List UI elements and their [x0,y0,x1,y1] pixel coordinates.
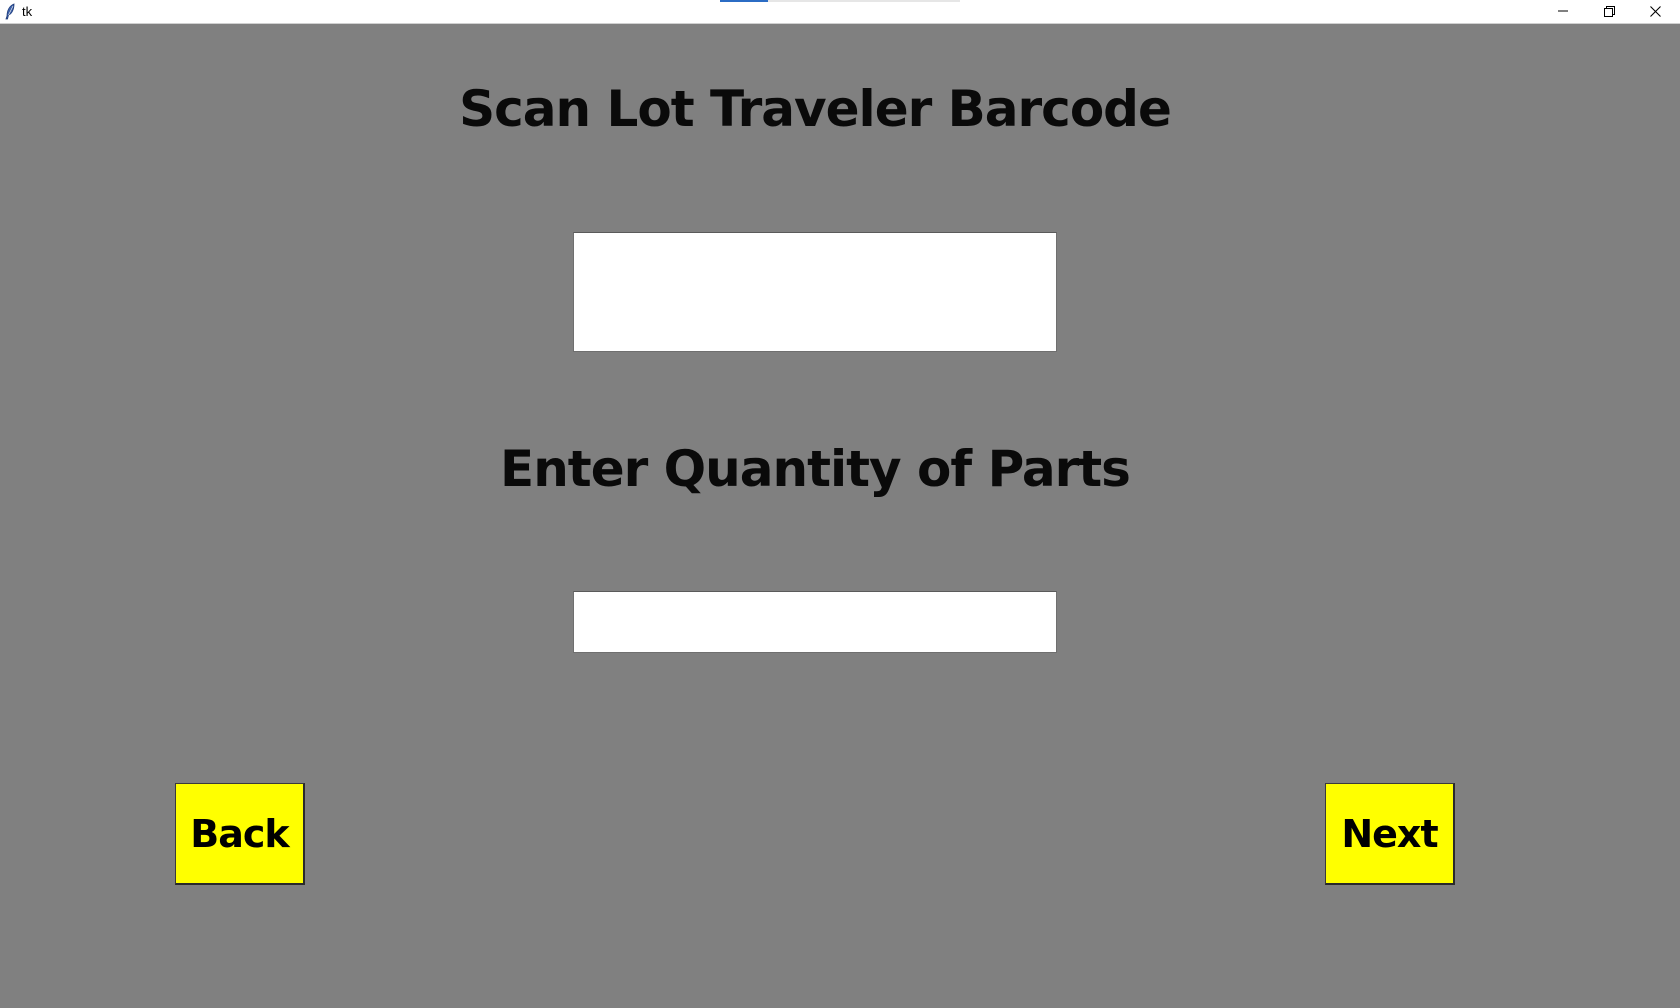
close-icon [1649,5,1661,17]
app-window: tk Scan Lot Traveler Barcode Enter Quant… [0,0,1680,1008]
title-bar[interactable]: tk [0,0,1680,24]
barcode-input[interactable] [573,232,1057,352]
barcode-heading: Scan Lot Traveler Barcode [459,80,1172,138]
quantity-heading: Enter Quantity of Parts [500,440,1131,498]
back-button[interactable]: Back [175,783,305,885]
restore-icon [1603,5,1615,17]
next-button-label: Next [1341,811,1438,856]
minimize-icon [1558,6,1568,16]
title-focus-accent [720,0,768,2]
close-button[interactable] [1632,0,1678,22]
next-button[interactable]: Next [1325,783,1455,885]
back-button-label: Back [190,811,289,856]
restore-button[interactable] [1586,0,1632,22]
window-title: tk [22,4,33,19]
quantity-input[interactable] [573,591,1057,653]
minimize-button[interactable] [1540,0,1586,22]
feather-icon [4,3,16,20]
